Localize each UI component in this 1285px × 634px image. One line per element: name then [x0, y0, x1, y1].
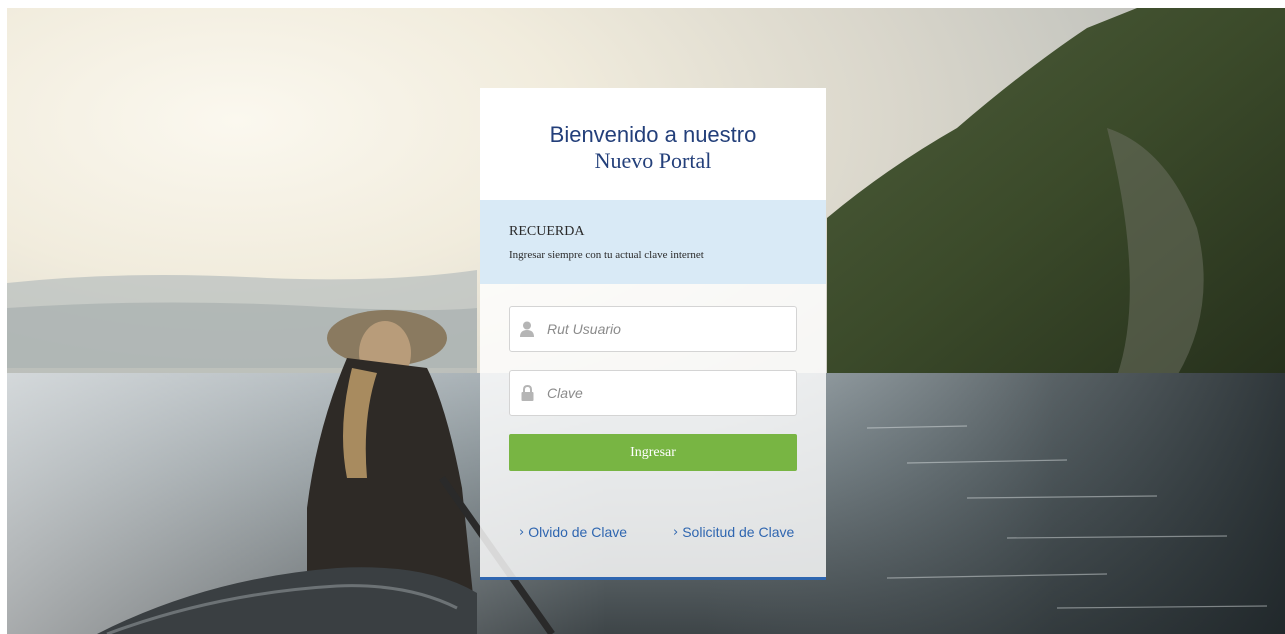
welcome-title: Bienvenido a nuestro — [549, 122, 757, 147]
rut-input[interactable] — [545, 320, 789, 338]
password-field[interactable] — [509, 370, 797, 416]
chevron-right-icon: › — [673, 524, 679, 540]
reminder-title: RECUERDA — [509, 224, 585, 239]
login-button[interactable]: Ingresar — [509, 434, 797, 471]
forgot-password-link[interactable]: › Olvido de Clave — [519, 524, 627, 540]
lock-icon — [520, 384, 534, 402]
request-password-label: Solicitud de Clave — [682, 524, 795, 540]
login-page: Bienvenido a nuestro Nuevo Portal RECUER… — [0, 0, 1285, 634]
welcome-subtitle: Nuevo Portal — [594, 148, 712, 173]
welcome-header: Bienvenido a nuestro Nuevo Portal — [480, 88, 826, 200]
forgot-password-label: Olvido de Clave — [528, 524, 628, 540]
user-icon — [520, 320, 534, 338]
password-input[interactable] — [545, 384, 789, 402]
chevron-right-icon: › — [519, 524, 525, 540]
reminder-text: Ingresar siempre con tu actual clave int… — [509, 249, 704, 261]
request-password-link[interactable]: › Solicitud de Clave — [673, 524, 794, 540]
reminder-notice: RECUERDA Ingresar siempre con tu actual … — [480, 200, 826, 284]
rut-field[interactable] — [509, 306, 797, 352]
login-card: Bienvenido a nuestro Nuevo Portal RECUER… — [480, 88, 826, 580]
